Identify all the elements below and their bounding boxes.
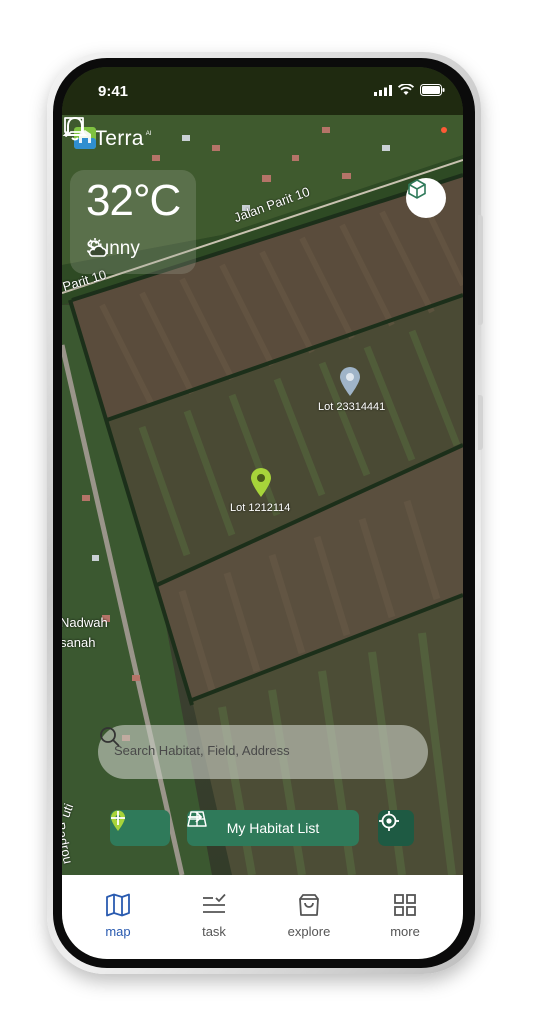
bottom-nav: map task explore more [62, 875, 463, 959]
map-icon [106, 893, 130, 917]
arrow-right-icon [188, 811, 203, 823]
status-time: 9:41 [98, 83, 129, 100]
search-icon[interactable] [98, 725, 122, 749]
nav-label-map: map [105, 924, 131, 939]
phone-side-button [478, 215, 483, 325]
search-bar[interactable] [98, 725, 428, 779]
nav-item-task[interactable]: task [174, 893, 254, 939]
pin-label[interactable]: Lot 1212114 [230, 502, 290, 514]
nav-item-map[interactable]: map [78, 893, 158, 939]
map-pin-icon[interactable] [250, 468, 272, 498]
plus-icon [111, 811, 125, 825]
search-input[interactable] [112, 742, 386, 759]
nav-label-more: more [390, 924, 420, 939]
locate-me-button[interactable] [378, 810, 414, 846]
road-label: Nadwah [62, 615, 108, 630]
nav-item-explore[interactable]: explore [269, 893, 349, 939]
partly-cloudy-icon [88, 238, 107, 257]
road-label: sanah [62, 635, 96, 650]
app-brand-sup: AI [145, 131, 152, 137]
grid-icon [394, 894, 416, 916]
satellite-map[interactable]: HiTerra AI 32°C Sunny Jalan Parit 10 Par… [62, 115, 463, 875]
signal-icon [374, 84, 392, 96]
task-checklist-icon [203, 893, 226, 913]
screen: 9:41 HiTerra AI 32°C Sunny Jalan Parit 1… [62, 67, 463, 959]
map-pin-icon[interactable] [339, 367, 361, 397]
status-bar: 9:41 [62, 67, 463, 115]
add-pin-button[interactable] [110, 810, 170, 846]
temperature: 32°C [86, 176, 181, 225]
pin-label[interactable]: Lot 23314441 [318, 401, 385, 413]
status-icons [374, 84, 445, 96]
notification-dot [441, 127, 447, 133]
weather-condition: Sunny [86, 238, 140, 260]
wifi-icon [398, 84, 414, 95]
shopping-bag-icon [299, 894, 319, 916]
nav-label-task: task [202, 924, 226, 939]
nav-label-explore: explore [287, 924, 331, 939]
my-habitat-list-button[interactable]: My Habitat List [187, 810, 359, 846]
nav-item-more[interactable]: more [365, 893, 445, 939]
weather-card: 32°C Sunny [70, 170, 196, 274]
battery-icon [420, 84, 445, 96]
chat-icon[interactable] [62, 115, 86, 139]
phone-side-button [478, 395, 483, 450]
my-habitat-list-label: My Habitat List [226, 820, 320, 836]
3d-view-button[interactable] [406, 178, 446, 218]
cube-icon [408, 179, 426, 199]
crosshair-icon [379, 811, 399, 831]
